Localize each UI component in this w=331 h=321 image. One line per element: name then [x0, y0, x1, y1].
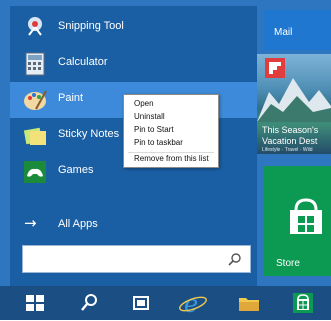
app-label: Games	[58, 164, 94, 176]
mountain-image	[257, 78, 331, 122]
games-icon	[22, 159, 48, 185]
menu-item-pin-to-start[interactable]: Pin to Start	[134, 125, 174, 137]
menu-item-open[interactable]: Open	[134, 99, 154, 111]
windows-logo-icon[interactable]	[18, 289, 52, 317]
sticky-notes-icon	[22, 123, 48, 149]
calculator-icon	[22, 51, 48, 77]
app-label: Sticky Notes	[58, 128, 120, 140]
search-icon[interactable]	[72, 289, 106, 317]
app-item-calculator[interactable]: Calculator	[10, 46, 257, 82]
store-icon[interactable]	[286, 289, 320, 317]
flipboard-logo	[265, 58, 285, 78]
menu-item-remove-from-list[interactable]: Remove from this list	[134, 154, 209, 166]
taskbar: e	[0, 286, 331, 320]
app-item-snipping-tool[interactable]: Snipping Tool	[10, 10, 257, 46]
app-label: Calculator	[58, 56, 108, 68]
app-label: Paint	[58, 92, 84, 104]
app-label: Snipping Tool	[58, 20, 124, 32]
task-view-icon[interactable]	[124, 289, 158, 317]
news-subtitle: Lifestyle · Travel · Wild	[262, 147, 313, 153]
context-menu: Open Uninstall Pin to Start Pin to taskb…	[123, 94, 219, 168]
paint-icon	[22, 87, 48, 113]
menu-item-uninstall[interactable]: Uninstall	[134, 112, 165, 124]
file-explorer-icon[interactable]	[232, 289, 266, 317]
store-tile-label: Store	[276, 258, 300, 269]
snipping-tool-icon	[22, 15, 48, 41]
arrow-right-icon: →	[24, 214, 37, 232]
internet-explorer-icon[interactable]: e	[176, 289, 210, 318]
news-tile[interactable]: This Season's Vacation Dest Lifestyle · …	[257, 54, 331, 154]
all-apps-label: All Apps	[58, 218, 98, 230]
mail-tile[interactable]: Mail	[264, 10, 331, 50]
all-apps-button[interactable]: → All Apps	[10, 206, 257, 242]
search-icon[interactable]	[228, 252, 242, 266]
store-tile[interactable]: Store	[264, 166, 331, 276]
search-input[interactable]	[27, 250, 221, 270]
menu-item-pin-to-taskbar[interactable]: Pin to taskbar	[134, 138, 183, 150]
search-box[interactable]	[22, 245, 251, 273]
mail-tile-label: Mail	[274, 27, 293, 38]
shopping-bag-icon	[286, 196, 326, 236]
svg-text:e: e	[184, 290, 198, 317]
start-menu: Snipping Tool Calculator Paint Sticky No…	[0, 0, 331, 286]
menu-separator	[128, 152, 214, 153]
news-headline: This Season's Vacation Dest	[262, 125, 319, 146]
